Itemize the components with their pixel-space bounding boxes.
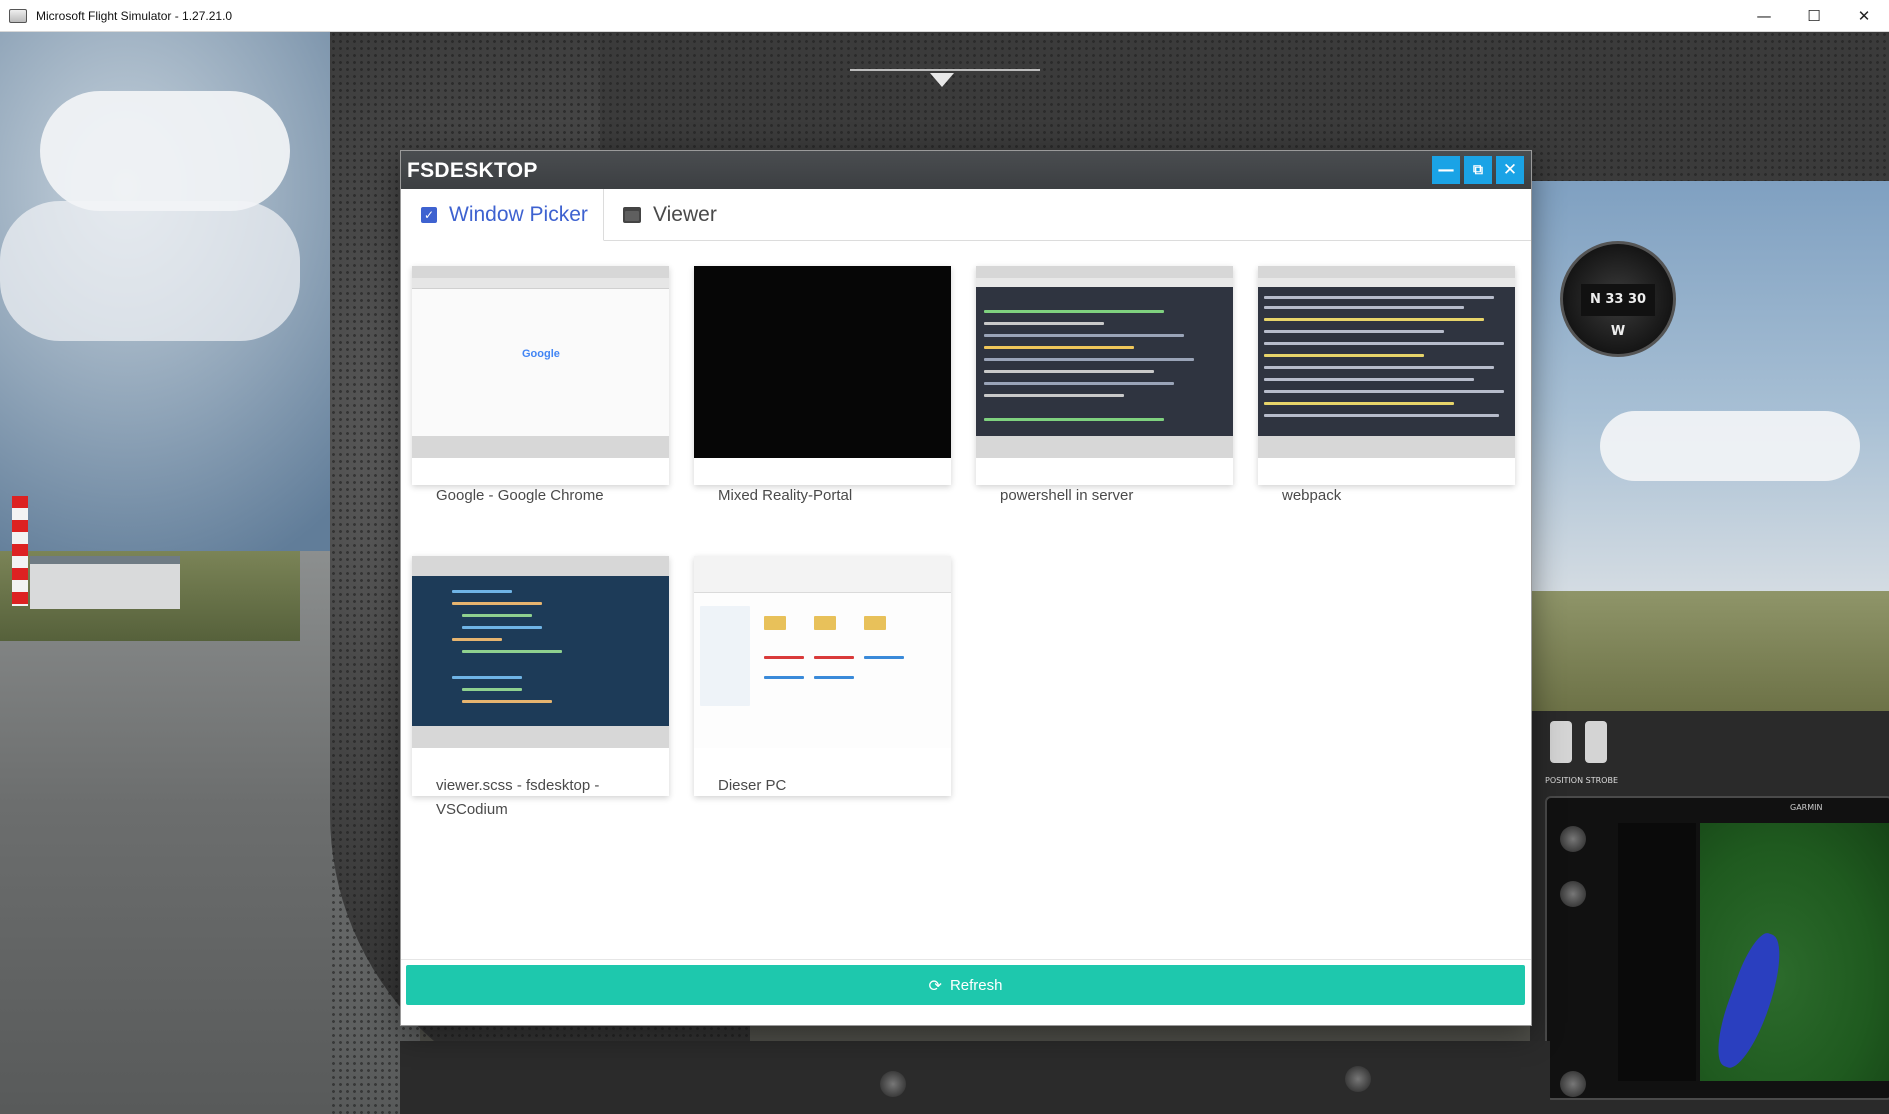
panel-popout-button[interactable]: ⧉	[1464, 156, 1492, 184]
window-icon	[623, 206, 641, 223]
hdg-knob[interactable]	[1560, 881, 1586, 907]
window-card[interactable]: powershell in server	[976, 266, 1233, 504]
app-title: Microsoft Flight Simulator - 1.27.21.0	[36, 8, 233, 23]
checkbox-icon: ✓	[421, 206, 437, 223]
window-title: Dieser PC	[718, 777, 787, 794]
panel-minimize-button[interactable]: —	[1432, 156, 1460, 184]
lower-instrument-panel	[400, 1041, 1550, 1114]
strobe-light-switch[interactable]	[1585, 721, 1607, 763]
nav-knob[interactable]	[1560, 826, 1586, 852]
toolbar-handle[interactable]	[850, 69, 1040, 71]
switch-labels: POSITION STROBE	[1545, 776, 1618, 785]
panel-close-button[interactable]: ✕	[1496, 156, 1524, 184]
tab-viewer[interactable]: Viewer	[617, 189, 757, 240]
thumbnail-google-logo: Google	[522, 348, 560, 360]
cloud	[40, 91, 290, 211]
fsdesktop-title: FSDESKTOP	[407, 159, 538, 182]
tab-label: Window Picker	[449, 202, 588, 226]
windsock-tower	[12, 496, 28, 606]
tab-bar: ✓ Window Picker Viewer	[401, 189, 1531, 241]
fms-knob[interactable]	[1345, 1066, 1371, 1092]
compass-reading: N 33 30 W	[1581, 284, 1655, 339]
window-thumbnail	[976, 266, 1233, 458]
window-thumbnail	[694, 266, 951, 458]
window-card[interactable]: Dieser PC	[694, 556, 951, 796]
close-button[interactable]: ✕	[1839, 0, 1889, 31]
tab-window-picker[interactable]: ✓ Window Picker	[401, 189, 604, 241]
window-title: powershell in server	[1000, 487, 1134, 504]
window-title: Mixed Reality-Portal	[718, 487, 853, 504]
hangar-building	[30, 556, 180, 609]
fsdesktop-window: FSDESKTOP — ⧉ ✕ ✓ Window Picker Viewer G…	[401, 151, 1531, 1025]
engine-indication	[1618, 823, 1696, 1081]
alt-knob-pfd[interactable]	[880, 1071, 906, 1097]
fsdesktop-titlebar[interactable]: FSDESKTOP — ⧉ ✕	[401, 151, 1531, 189]
dialog-footer: ⟳ Refresh	[401, 959, 1531, 1026]
tab-label: Viewer	[653, 202, 717, 226]
refresh-button[interactable]: ⟳ Refresh	[406, 965, 1525, 1005]
position-light-switch[interactable]	[1550, 721, 1572, 763]
magnetic-compass: N 33 30 W	[1560, 241, 1676, 357]
right-window-ground	[1530, 591, 1889, 721]
window-card[interactable]: viewer.scss - fsdesktop - VSCodium	[412, 556, 669, 818]
app-icon	[9, 8, 27, 23]
window-controls: — ☐ ✕	[1739, 0, 1889, 31]
window-title: webpack	[1282, 487, 1342, 504]
toolbar-toggle-icon[interactable]	[930, 73, 954, 87]
window-card[interactable]: Google Google - Google Chrome	[412, 266, 669, 504]
window-thumbnail	[1258, 266, 1515, 458]
cloud	[0, 201, 300, 341]
app-titlebar: Microsoft Flight Simulator - 1.27.21.0 —…	[0, 0, 1889, 32]
cloud	[1600, 411, 1860, 481]
minimize-button[interactable]: —	[1739, 0, 1789, 31]
alt-knob[interactable]	[1560, 1071, 1586, 1097]
avionics-brand: GARMIN	[1790, 803, 1823, 812]
refresh-icon: ⟳	[928, 975, 942, 995]
right-window-sky	[1530, 181, 1889, 601]
window-card[interactable]: Mixed Reality-Portal	[694, 266, 951, 504]
refresh-label: Refresh	[949, 976, 1003, 994]
window-thumbnail: Google	[412, 266, 669, 458]
window-title: viewer.scss - fsdesktop - VSCodium	[436, 777, 600, 818]
window-card[interactable]: webpack	[1258, 266, 1515, 504]
window-thumbnail	[412, 556, 669, 748]
window-title: Google - Google Chrome	[436, 487, 604, 504]
maximize-button[interactable]: ☐	[1789, 0, 1839, 31]
window-thumbnail	[694, 556, 951, 748]
